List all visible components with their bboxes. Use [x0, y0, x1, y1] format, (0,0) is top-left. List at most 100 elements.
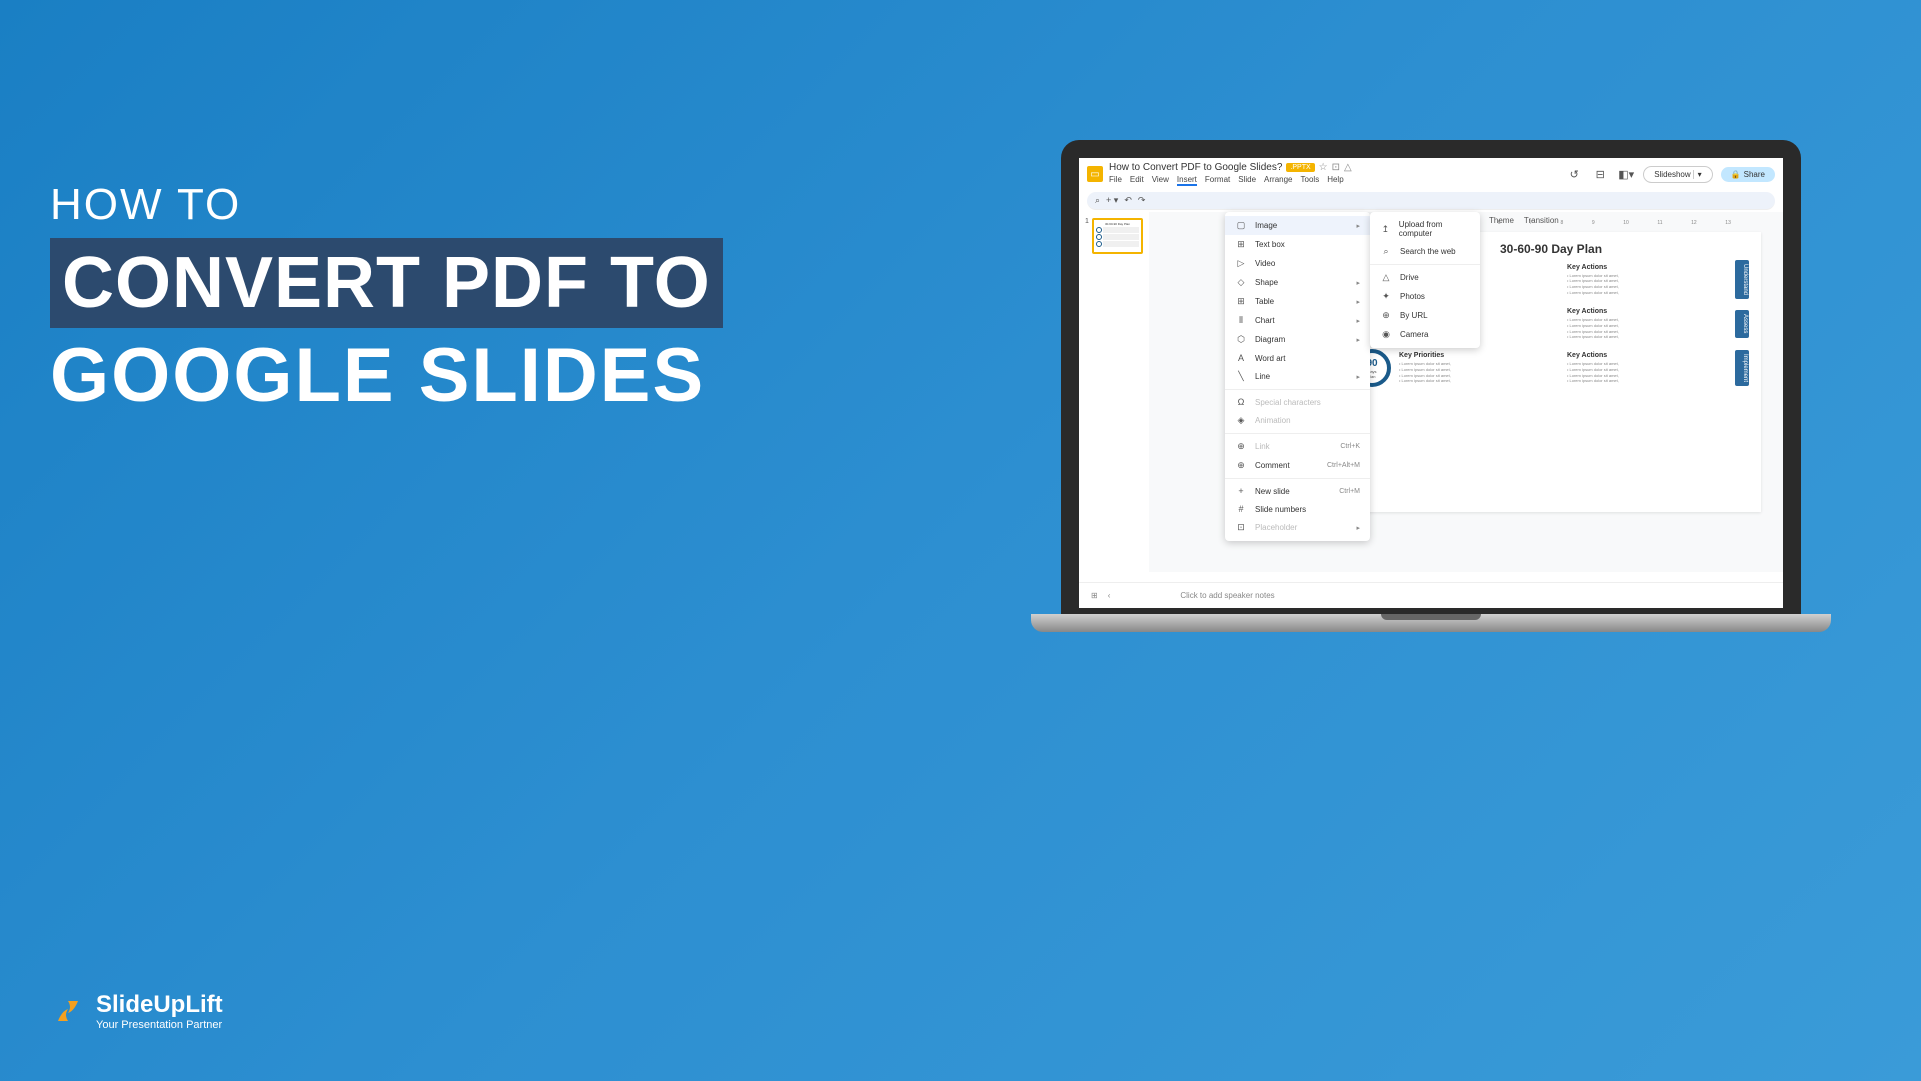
insert-link: ⊕LinkCtrl+K — [1225, 437, 1370, 456]
new-slide-tool[interactable]: + ▾ — [1106, 195, 1118, 206]
menu-edit[interactable]: Edit — [1130, 175, 1144, 186]
hero-text: HOW TO CONVERT PDF TO GOOGLE SLIDES — [50, 180, 723, 419]
insert-line[interactable]: ╲Line▸ — [1225, 367, 1370, 386]
history-icon[interactable]: ↺ — [1565, 165, 1583, 183]
logo-brand: SlideUpLift — [96, 991, 223, 1019]
menu-file[interactable]: File — [1109, 175, 1122, 186]
slide-panel: 1 30-60-90 Day Plan — [1079, 212, 1149, 572]
placeholder-icon: ⊡ — [1235, 522, 1247, 533]
pptx-badge: .PPTX — [1286, 163, 1314, 172]
insert-table[interactable]: ⊞Table▸ — [1225, 292, 1370, 311]
gs-header: ▭ How to Convert PDF to Google Slides? .… — [1079, 158, 1783, 190]
slides-logo-icon[interactable]: ▭ — [1087, 166, 1103, 182]
chevron-right-icon: ▸ — [1356, 336, 1360, 344]
new-slide-icon: + — [1235, 486, 1247, 496]
insert-diagram[interactable]: ⬡Diagram▸ — [1225, 330, 1370, 349]
insert-image[interactable]: ▢Image▸ — [1225, 216, 1370, 235]
chevron-right-icon: ▸ — [1356, 373, 1360, 381]
slide-thumbnail[interactable]: 30-60-90 Day Plan — [1092, 218, 1143, 254]
chevron-right-icon: ▸ — [1356, 279, 1360, 287]
doc-title[interactable]: How to Convert PDF to Google Slides? — [1109, 162, 1282, 173]
insert-slide-numbers[interactable]: #Slide numbers — [1225, 500, 1370, 518]
image-drive[interactable]: △Drive — [1370, 268, 1480, 287]
gs-body: 1 30-60-90 Day Plan Theme Transition — [1079, 212, 1783, 572]
insert-special-characters: ΩSpecial characters — [1225, 393, 1370, 411]
undo-icon[interactable]: ↶ — [1124, 195, 1132, 206]
cloud-icon[interactable]: △ — [1344, 162, 1352, 173]
move-icon[interactable]: ⊡ — [1332, 162, 1340, 173]
slideshow-button[interactable]: Slideshow ▾ — [1643, 166, 1712, 183]
insert-video[interactable]: ▷Video — [1225, 254, 1370, 273]
tab-transition[interactable]: Transition — [1524, 216, 1559, 225]
lock-icon: 🔒 — [1731, 170, 1741, 179]
image-upload-from-computer[interactable]: ↥Upload from computer — [1370, 216, 1480, 242]
insert-word-art[interactable]: AWord art — [1225, 349, 1370, 367]
image-search-the-web[interactable]: ⌕Search the web — [1370, 242, 1480, 261]
table-icon: ⊞ — [1235, 296, 1247, 307]
share-button[interactable]: 🔒 Share — [1721, 167, 1775, 182]
laptop-mockup: ▭ How to Convert PDF to Google Slides? .… — [1061, 140, 1801, 632]
menu-insert[interactable]: Insert — [1177, 175, 1197, 186]
hero-line3: GOOGLE SLIDES — [50, 332, 723, 419]
hero-line2: CONVERT PDF TO — [50, 238, 723, 328]
image-submenu: ↥Upload from computer⌕Search the web △Dri… — [1370, 212, 1480, 348]
shape-icon: ◇ — [1235, 277, 1247, 288]
hero-line1: HOW TO — [50, 180, 723, 230]
chevron-down-icon[interactable]: ▾ — [1693, 170, 1702, 179]
redo-icon[interactable]: ↷ — [1138, 195, 1146, 206]
chart-icon: ⫴ — [1235, 315, 1247, 326]
insert-placeholder: ⊡Placeholder▸ — [1225, 518, 1370, 537]
comment-icon[interactable]: ⊟ — [1591, 165, 1609, 183]
image-icon: ▢ — [1235, 220, 1247, 231]
right-tabs: Theme Transition — [1489, 212, 1559, 229]
insert-chart[interactable]: ⫴Chart▸ — [1225, 311, 1370, 330]
image-camera[interactable]: ◉Camera — [1370, 325, 1480, 344]
menu-format[interactable]: Format — [1205, 175, 1230, 186]
slide-numbers-icon: # — [1235, 504, 1247, 514]
grid-icon[interactable]: ⊞ — [1091, 591, 1098, 600]
tab-theme[interactable]: Theme — [1489, 216, 1514, 225]
menu-view[interactable]: View — [1152, 175, 1169, 186]
insert-dropdown: ▢Image▸⊞Text box▷Video◇Shape▸⊞Table▸⫴Cha… — [1225, 212, 1370, 541]
plan-side-understand: Understand — [1735, 260, 1749, 299]
logo: SlideUpLift Your Presentation Partner — [50, 991, 223, 1031]
image-photos[interactable]: ✦Photos — [1370, 287, 1480, 306]
text-box-icon: ⊞ — [1235, 239, 1247, 250]
google-slides-screen: ▭ How to Convert PDF to Google Slides? .… — [1079, 158, 1783, 608]
logo-icon — [50, 993, 86, 1029]
toolbar: ⌕ + ▾ ↶ ↷ — [1087, 192, 1775, 210]
animation-icon: ◈ — [1235, 415, 1247, 426]
menu-arrange[interactable]: Arrange — [1264, 175, 1292, 186]
speaker-notes[interactable]: ⊞ ‹ Click to add speaker notes — [1079, 582, 1783, 608]
link-icon: ⊕ — [1235, 441, 1247, 452]
line-icon: ╲ — [1235, 371, 1247, 382]
chevron-right-icon: ▸ — [1356, 524, 1360, 532]
menu-tools[interactable]: Tools — [1301, 175, 1320, 186]
word-art-icon: A — [1235, 353, 1247, 363]
star-icon[interactable]: ☆ — [1319, 162, 1328, 173]
plan-side-implement: Implement — [1735, 350, 1749, 386]
plan-row-90: 90 DaysPlan Key Priorities • Lorem ipsum… — [1353, 349, 1749, 387]
insert-comment[interactable]: ⊕CommentCtrl+Alt+M — [1225, 456, 1370, 475]
insert-animation: ◈Animation — [1225, 411, 1370, 430]
insert-shape[interactable]: ◇Shape▸ — [1225, 273, 1370, 292]
canvas: Theme Transition 12345678910111213 ▢Imag… — [1149, 212, 1783, 572]
insert-text-box[interactable]: ⊞Text box — [1225, 235, 1370, 254]
logo-tagline: Your Presentation Partner — [96, 1019, 223, 1031]
meet-icon[interactable]: ◧▾ — [1617, 165, 1635, 183]
insert-new-slide[interactable]: +New slideCtrl+M — [1225, 482, 1370, 500]
plan-side-assess: Assess — [1735, 310, 1749, 337]
menubar: File Edit View Insert Format Slide Arran… — [1109, 175, 1559, 186]
video-icon: ▷ — [1235, 258, 1247, 269]
special-characters-icon: Ω — [1235, 397, 1247, 407]
chevron-left-icon[interactable]: ‹ — [1108, 591, 1111, 600]
image-by-url[interactable]: ⊕By URL — [1370, 306, 1480, 325]
search-icon[interactable]: ⌕ — [1095, 195, 1100, 206]
menu-slide[interactable]: Slide — [1238, 175, 1256, 186]
comment-icon: ⊕ — [1235, 460, 1247, 471]
chevron-right-icon: ▸ — [1356, 298, 1360, 306]
chevron-right-icon: ▸ — [1356, 222, 1360, 230]
diagram-icon: ⬡ — [1235, 334, 1247, 345]
menu-help[interactable]: Help — [1327, 175, 1343, 186]
thumb-number: 1 — [1085, 218, 1089, 254]
